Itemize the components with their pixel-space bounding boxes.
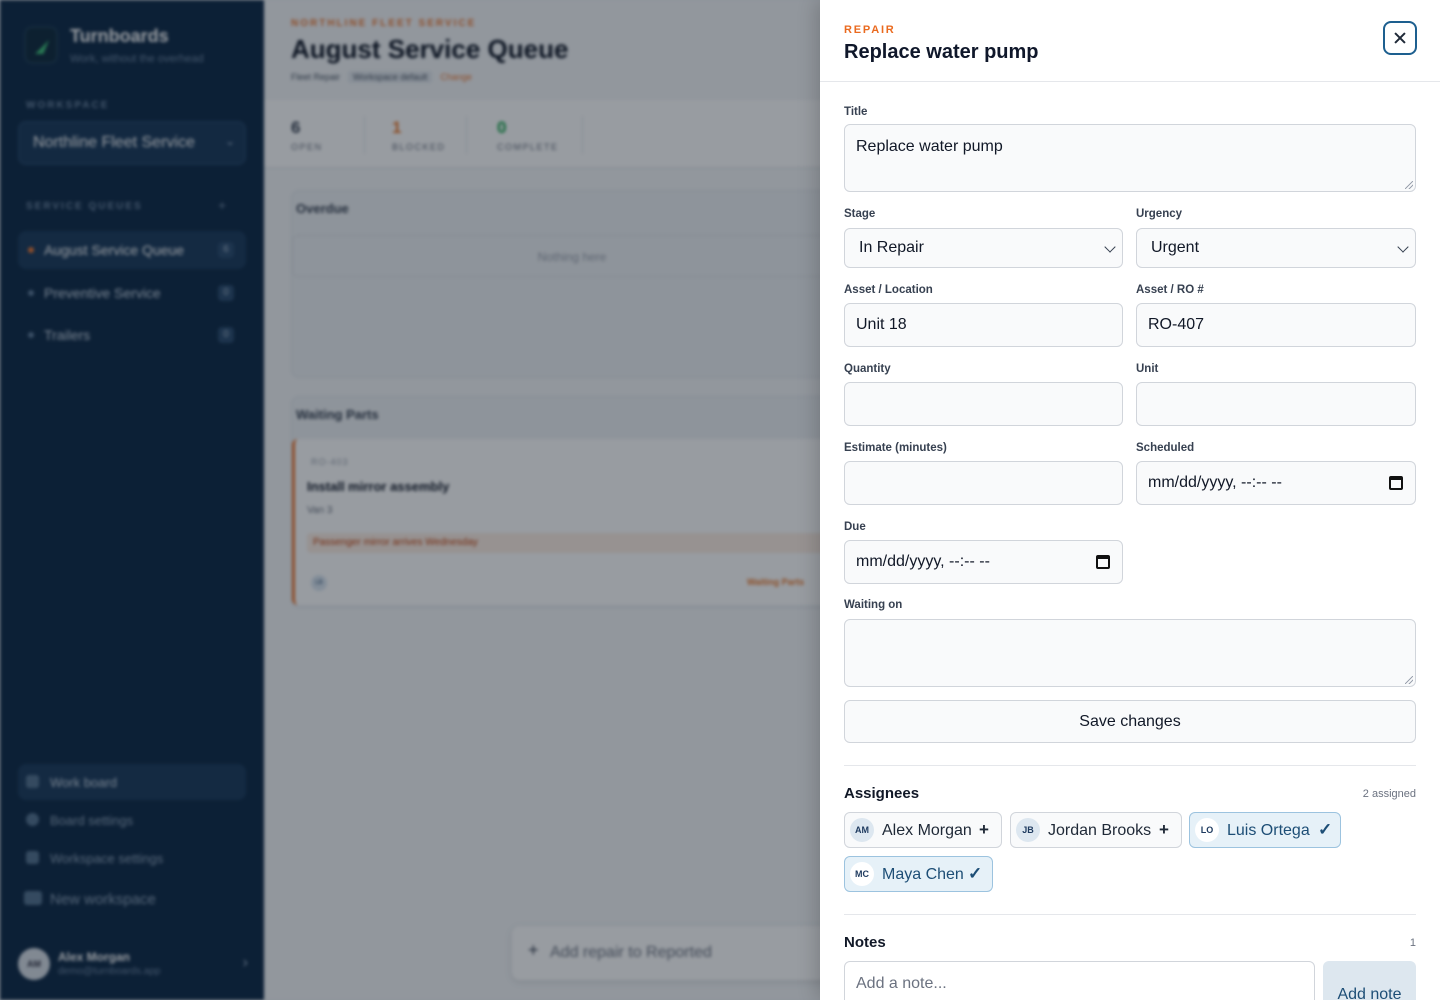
- due-placeholder: mm/dd/yyyy, --:-- --: [856, 553, 990, 570]
- estimate-field[interactable]: [844, 461, 1123, 505]
- title-label: Title: [844, 106, 868, 118]
- waiting-on-label: Waiting on: [844, 599, 903, 611]
- drawer-header: REPAIR Replace water pump: [820, 0, 1440, 82]
- notes-title: Notes: [844, 934, 886, 951]
- stage-select-value: In Repair: [859, 239, 924, 256]
- quantity-field[interactable]: [844, 382, 1123, 426]
- stage-select[interactable]: In Repair: [844, 228, 1123, 268]
- avatar: AM: [850, 818, 874, 842]
- asset-location-label: Asset / Location: [844, 284, 933, 296]
- urgency-label: Urgency: [1136, 208, 1183, 220]
- scheduled-label: Scheduled: [1136, 442, 1195, 454]
- calendar-icon[interactable]: [1389, 476, 1403, 490]
- stage-label: Stage: [844, 208, 876, 220]
- notes-count: 1: [1409, 937, 1416, 949]
- assignees-title: Assignees: [844, 785, 920, 802]
- assignee-name: Maya Chen: [882, 866, 964, 883]
- title-field[interactable]: Replace water pump: [844, 124, 1416, 192]
- repair-drawer: REPAIR Replace water pump Title Replace …: [820, 0, 1440, 1000]
- resize-handle-icon[interactable]: [1405, 676, 1413, 684]
- assignee-chip-luis-ortega[interactable]: LO Luis Ortega ✓: [1189, 812, 1341, 848]
- asset-ro-field[interactable]: RO-407: [1136, 303, 1416, 347]
- resize-handle-icon[interactable]: [1405, 181, 1413, 189]
- assignee-name: Alex Morgan: [882, 822, 972, 839]
- chevron-down-icon: [1104, 241, 1116, 253]
- check-icon: ✓: [1318, 820, 1333, 839]
- asset-ro-label: Asset / RO #: [1136, 284, 1204, 296]
- estimate-label: Estimate (minutes): [844, 442, 947, 454]
- avatar: JB: [1016, 818, 1040, 842]
- check-icon: ✓: [968, 864, 983, 883]
- assignees-count: 2 assigned: [1362, 788, 1416, 800]
- drawer-title: Replace water pump: [844, 41, 1039, 63]
- waiting-on-field[interactable]: [844, 619, 1416, 687]
- chevron-down-icon: [1397, 241, 1409, 253]
- save-button[interactable]: Save changes: [844, 700, 1416, 743]
- scheduled-field[interactable]: mm/dd/yyyy, --:-- --: [1136, 461, 1416, 505]
- divider: [844, 765, 1416, 766]
- add-note-button[interactable]: Add note: [1323, 961, 1416, 1000]
- close-icon[interactable]: [1383, 21, 1417, 55]
- plus-icon: +: [1159, 820, 1169, 839]
- unit-label: Unit: [1136, 363, 1159, 375]
- title-field-value: Replace water pump: [856, 138, 1003, 155]
- asset-location-field[interactable]: Unit 18: [844, 303, 1123, 347]
- assignee-chip-alex-morgan[interactable]: AM Alex Morgan +: [844, 812, 1002, 848]
- assignee-name: Jordan Brooks: [1048, 822, 1152, 839]
- calendar-icon[interactable]: [1096, 555, 1110, 569]
- urgency-select[interactable]: Urgent: [1136, 228, 1416, 268]
- due-field[interactable]: mm/dd/yyyy, --:-- --: [844, 540, 1123, 584]
- assignee-chip-jordan-brooks[interactable]: JB Jordan Brooks +: [1010, 812, 1182, 848]
- drawer-eyebrow: REPAIR: [844, 24, 896, 36]
- scheduled-placeholder: mm/dd/yyyy, --:-- --: [1148, 474, 1282, 491]
- divider: [844, 914, 1416, 915]
- plus-icon: +: [979, 820, 989, 839]
- unit-field[interactable]: [1136, 382, 1416, 426]
- note-input[interactable]: Add a note...: [844, 961, 1315, 1000]
- assignee-chip-maya-chen[interactable]: MC Maya Chen ✓: [844, 856, 993, 892]
- assignee-name: Luis Ortega: [1227, 822, 1310, 839]
- avatar: MC: [850, 862, 874, 886]
- quantity-label: Quantity: [844, 363, 891, 375]
- avatar: LO: [1195, 818, 1219, 842]
- urgency-select-value: Urgent: [1151, 239, 1200, 256]
- due-label: Due: [844, 521, 866, 533]
